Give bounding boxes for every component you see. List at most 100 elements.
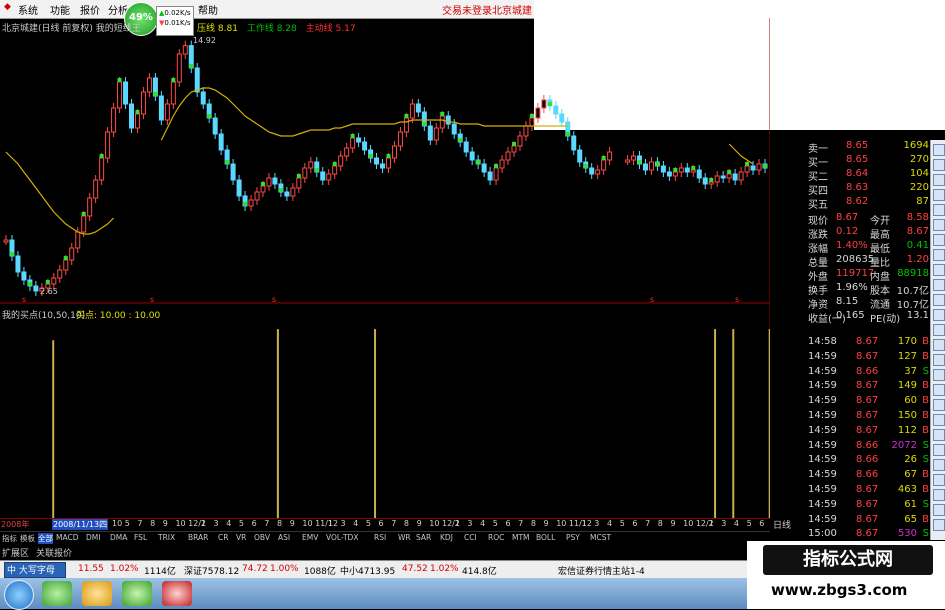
stat-label: 净资	[808, 300, 828, 311]
indicator-tab[interactable]: MCST	[590, 533, 611, 542]
toolbar-tool-icon[interactable]	[933, 309, 945, 321]
toolbar-tool-icon[interactable]	[933, 144, 945, 156]
toolbar-tool-icon[interactable]	[933, 324, 945, 336]
order-book-volume: 87	[916, 196, 929, 207]
indicator-tab[interactable]: 指标	[2, 533, 17, 544]
indicator-tab[interactable]: RSI	[374, 533, 386, 542]
toolbar-tool-icon[interactable]	[933, 219, 945, 231]
toolbar-tool-icon[interactable]	[933, 384, 945, 396]
period-label[interactable]: 日线	[773, 518, 803, 531]
index-quote: 宏信证券行情主站1-4	[558, 567, 645, 577]
date-tick: 7	[137, 519, 143, 528]
indicator-tab[interactable]: SAR	[416, 533, 431, 542]
date-tick: 11/12	[315, 519, 339, 528]
date-tick: 9	[289, 519, 295, 528]
menu-item-system[interactable]: 系统	[18, 2, 38, 17]
toolbar-tool-icon[interactable]	[933, 294, 945, 306]
toolbar-tool-icon[interactable]	[933, 249, 945, 261]
toolbar-tool-icon[interactable]	[933, 159, 945, 171]
app-taskbar-icon[interactable]	[122, 581, 152, 606]
indicator-tab[interactable]: DMI	[86, 533, 100, 542]
indicator-tab[interactable]: MTM	[512, 533, 530, 542]
stat-label: 今开	[870, 216, 890, 227]
start-button-icon[interactable]	[4, 580, 34, 610]
indicator-bars	[52, 329, 770, 518]
signal-dot	[243, 202, 248, 206]
toolbar-tool-icon[interactable]	[933, 369, 945, 381]
toolbar-tool-icon[interactable]	[933, 399, 945, 411]
tick-row: 14:59 8.67 61 S	[806, 499, 931, 513]
index-quote: 11.55	[78, 564, 104, 574]
signal-dot	[45, 280, 50, 284]
candle-body	[678, 167, 684, 173]
tick-time: 14:59	[808, 395, 837, 407]
indicator-tab[interactable]: VOL-TDX	[326, 533, 358, 542]
menu-item-function[interactable]: 功能	[50, 2, 70, 17]
tab-related-quote[interactable]: 关联报价	[36, 546, 72, 559]
toolbar-tool-icon[interactable]	[933, 339, 945, 351]
signal-dot	[350, 134, 355, 138]
indicator-tab[interactable]: EMV	[302, 533, 318, 542]
indicator-tab[interactable]: OBV	[254, 533, 270, 542]
signal-dot	[171, 78, 176, 82]
date-axis-bar[interactable]: 2008年 2008/11/13四 10 5 7 8 9 10 12/1 2 3 4 5 6 7 8 9 10…	[0, 518, 770, 531]
indicator-tab[interactable]: DMA	[110, 533, 127, 542]
menu-item-quote[interactable]: 报价	[80, 2, 100, 17]
toolbar-tool-icon[interactable]	[933, 264, 945, 276]
candle-body	[493, 167, 499, 181]
toolbar-tool-icon[interactable]	[933, 459, 945, 471]
toolbar-tool-icon[interactable]	[933, 474, 945, 486]
upload-speed: 0.02K/s	[164, 9, 191, 17]
indicator-tab[interactable]: ROC	[488, 533, 504, 542]
toolbar-tool-icon[interactable]	[933, 189, 945, 201]
date-tick: 7	[518, 519, 524, 528]
toolbar-tool-icon[interactable]	[933, 504, 945, 516]
tick-price: 8.67	[856, 484, 879, 495]
date-tick: 10	[112, 519, 123, 528]
menu-item-help[interactable]: 帮助	[198, 2, 218, 17]
tick-time: 14:59	[808, 350, 837, 362]
stock-app-taskbar-icon[interactable]	[162, 581, 192, 606]
toolbar-tool-icon[interactable]	[933, 414, 945, 426]
indicator-tab[interactable]: BRAR	[188, 533, 208, 542]
toolbar-tool-icon[interactable]	[933, 519, 945, 531]
candle-body	[350, 137, 356, 149]
indicator-tab[interactable]: 模板	[20, 533, 35, 544]
date-tick: 5	[746, 519, 752, 528]
kline-chart[interactable]: 10.009.008.007.006.005.004.003.00 sssss …	[0, 18, 770, 518]
toolbar-tool-icon[interactable]	[933, 174, 945, 186]
toolbar-tool-icon[interactable]	[933, 354, 945, 366]
indicator-tab[interactable]: KDJ	[440, 533, 453, 542]
stock-name-link[interactable]: 北京城建	[492, 2, 532, 17]
indicator-tab[interactable]: CCI	[464, 533, 477, 542]
folder-taskbar-icon[interactable]	[82, 581, 112, 606]
candle-body	[260, 185, 266, 193]
indicator-tab[interactable]: CR	[218, 533, 228, 542]
indicator-tab[interactable]: BOLL	[536, 533, 555, 542]
tab-extension[interactable]: 扩展区	[2, 546, 29, 559]
toolbar-tool-icon[interactable]	[933, 204, 945, 216]
indicator-tab[interactable]: ASI	[278, 533, 290, 542]
indicator-tab[interactable]: WR	[398, 533, 411, 542]
indicator-tab[interactable]: 全部	[38, 533, 53, 544]
indicator-tab[interactable]: MACD	[56, 533, 78, 542]
indicator-tab[interactable]: TRIX	[158, 533, 175, 542]
candle-body	[57, 269, 63, 279]
indicator-tab[interactable]: FSL	[134, 533, 147, 542]
browser-taskbar-icon[interactable]	[42, 581, 72, 606]
ime-bar[interactable]: 中 大写字母	[4, 562, 66, 578]
signal-dot	[583, 164, 588, 168]
toolbar-tool-icon[interactable]	[933, 279, 945, 291]
trade-login-status[interactable]: 交易未登录	[442, 2, 492, 17]
indicator-tab[interactable]: VR	[236, 533, 246, 542]
toolbar-tool-icon[interactable]	[933, 444, 945, 456]
date-tick: 6	[378, 519, 384, 528]
toolbar-tool-icon[interactable]	[933, 234, 945, 246]
candle-body	[481, 163, 487, 173]
toolbar-tool-icon[interactable]	[933, 429, 945, 441]
candle-body	[194, 67, 200, 93]
toolbar-tool-icon[interactable]	[933, 489, 945, 501]
stat-row: 外盘 119717 内盘 88918	[806, 268, 931, 283]
stat-label: 股本	[870, 286, 890, 297]
indicator-tab[interactable]: PSY	[566, 533, 580, 542]
